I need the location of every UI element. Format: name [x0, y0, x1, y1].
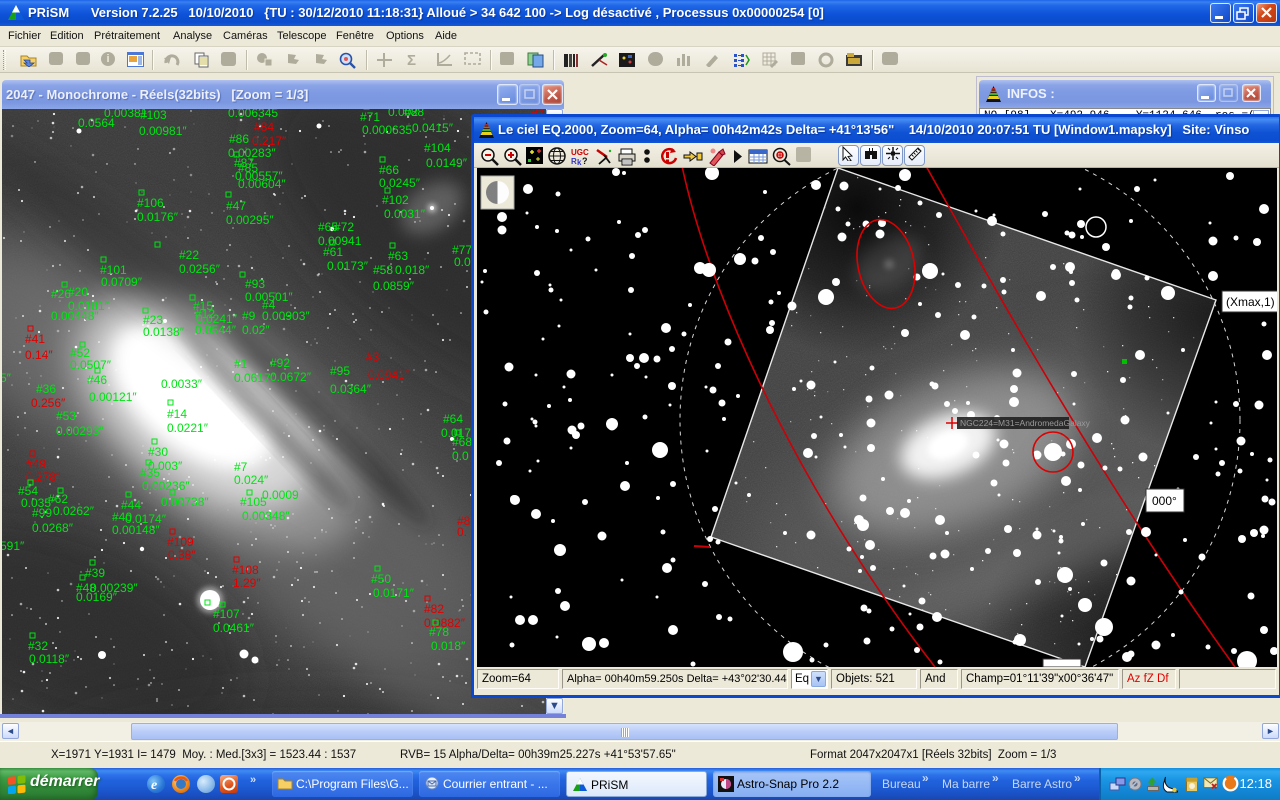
svg-text:5″: 5″	[2, 371, 12, 385]
svg-text:0.0859″: 0.0859″	[373, 279, 415, 293]
svg-text:0.256″: 0.256″	[31, 396, 66, 410]
svg-text:#53: #53	[56, 409, 76, 423]
svg-text:#78: #78	[429, 625, 449, 639]
svg-text:0.0415″: 0.0415″	[412, 121, 454, 135]
svg-text:0.278″: 0.278″	[26, 470, 61, 484]
svg-text:0.006345: 0.006345	[228, 109, 278, 120]
svg-text:000°: 000°	[1152, 494, 1177, 508]
svg-text:0.00293″: 0.00293″	[56, 424, 104, 438]
svg-text:#20: #20	[68, 285, 88, 299]
svg-text:0.00148″: 0.00148″	[112, 523, 160, 537]
svg-text:#108: #108	[232, 563, 259, 577]
svg-text:0.00448″: 0.00448″	[51, 309, 99, 323]
svg-text:1.29″: 1.29″	[233, 576, 261, 590]
svg-text:#66: #66	[379, 163, 399, 177]
svg-text:#36: #36	[36, 382, 56, 396]
svg-text:0.0118″: 0.0118″	[29, 652, 70, 666]
svg-text:0.0: 0.0	[454, 255, 471, 269]
svg-text:#1: #1	[234, 357, 248, 371]
svg-text:#58: #58	[373, 263, 393, 277]
svg-text:0.000635: 0.000635	[362, 123, 412, 137]
svg-text:#3: #3	[366, 350, 380, 364]
svg-text:#14: #14	[167, 407, 187, 421]
svg-text:#39: #39	[85, 566, 105, 580]
svg-text:0.0138″: 0.0138″	[143, 325, 185, 339]
svg-text:#107: #107	[213, 607, 240, 621]
svg-text:NGC224=M31=AndromedaGalaxy: NGC224=M31=AndromedaGalaxy	[960, 418, 1091, 428]
svg-text:0.0941″: 0.0941″	[368, 368, 410, 382]
svg-text:0.0461″: 0.0461″	[213, 621, 255, 635]
svg-text:#72: #72	[334, 220, 354, 234]
svg-text:#46: #46	[87, 373, 107, 387]
svg-text:0.00738″: 0.00738″	[161, 495, 209, 509]
svg-text:(Xmax,1): (Xmax,1)	[1226, 295, 1275, 309]
svg-text:?: ?	[582, 156, 588, 166]
svg-text:0.00121″: 0.00121″	[89, 390, 137, 404]
svg-text:#95: #95	[330, 364, 350, 378]
svg-text:#106: #106	[137, 196, 164, 210]
svg-text:0.02″: 0.02″	[242, 323, 270, 337]
svg-text:0.00295″: 0.00295″	[226, 213, 274, 227]
svg-text:#35: #35	[140, 466, 160, 480]
svg-text:#109: #109	[167, 535, 194, 549]
svg-text:0.38″: 0.38″	[168, 548, 196, 562]
svg-text:0.0709″: 0.0709″	[101, 275, 143, 289]
svg-text:#61: #61	[323, 245, 343, 259]
svg-text:#93: #93	[245, 277, 265, 291]
svg-text:#9: #9	[242, 309, 256, 323]
svg-text:#102: #102	[382, 193, 409, 207]
svg-text:0.0033″: 0.0033″	[161, 377, 203, 391]
svg-text:0.0173″: 0.0173″	[327, 259, 369, 273]
svg-text:#99: #99	[32, 506, 52, 520]
svg-text:#88: #88	[404, 109, 424, 119]
svg-text:#50: #50	[371, 572, 391, 586]
svg-text:0.0009: 0.0009	[262, 488, 299, 502]
svg-text:#32: #32	[28, 639, 48, 653]
svg-text:0.0262″: 0.0262″	[53, 504, 95, 518]
svg-text:0.0169″: 0.0169″	[76, 590, 118, 604]
svg-text:0.0672″: 0.0672″	[270, 370, 312, 384]
svg-text:#22: #22	[179, 248, 199, 262]
svg-text:#41: #41	[25, 332, 45, 346]
svg-text:0.018″: 0.018″	[395, 263, 430, 277]
svg-text:#63: #63	[388, 249, 408, 263]
svg-text:#30: #30	[148, 445, 168, 459]
svg-text:0.00903″: 0.00903″	[262, 309, 310, 323]
svg-text:0.00604″: 0.00604″	[238, 177, 286, 191]
svg-text:0.00348″: 0.00348″	[242, 509, 290, 523]
svg-text:0.: 0.	[457, 525, 467, 539]
svg-text:0.018″: 0.018″	[431, 639, 466, 653]
svg-text:#92: #92	[270, 356, 290, 370]
svg-text:e: e	[151, 778, 157, 793]
svg-text:#7: #7	[234, 460, 248, 474]
svg-text:#68: #68	[452, 435, 472, 449]
svg-text:0.14″: 0.14″	[25, 348, 53, 362]
svg-text:#104: #104	[424, 141, 451, 155]
svg-text:#64: #64	[443, 412, 463, 426]
svg-text:0.0176″: 0.0176″	[137, 210, 179, 224]
svg-text:#103: #103	[140, 109, 167, 122]
svg-text:0.00236″: 0.00236″	[142, 479, 190, 493]
svg-text:0.0171″: 0.0171″	[373, 586, 415, 600]
svg-text:#84: #84	[254, 120, 274, 134]
svg-text:#49: #49	[26, 457, 46, 471]
svg-text:0.0564: 0.0564	[78, 116, 115, 130]
svg-text:0.0031″: 0.0031″	[384, 207, 426, 221]
svg-text:591″: 591″	[2, 539, 25, 553]
svg-text:0.0364″: 0.0364″	[330, 382, 372, 396]
svg-text:#71: #71	[360, 110, 380, 124]
svg-text:0.024″: 0.024″	[234, 473, 269, 487]
svg-text:0.0544″: 0.0544″	[195, 323, 237, 337]
svg-text:0.0507″: 0.0507″	[70, 358, 112, 372]
svg-text:0.0221″: 0.0221″	[167, 421, 209, 435]
svg-text:0.00981″: 0.00981″	[139, 124, 187, 138]
svg-text:0.0: 0.0	[452, 449, 469, 463]
svg-text:#82: #82	[424, 602, 444, 616]
svg-text:#47: #47	[226, 199, 246, 213]
svg-text:0.0268″: 0.0268″	[32, 521, 74, 535]
svg-text:0.0149″: 0.0149″	[426, 156, 468, 170]
svg-text:#86: #86	[229, 132, 249, 146]
svg-text:0.0256″: 0.0256″	[179, 262, 221, 276]
